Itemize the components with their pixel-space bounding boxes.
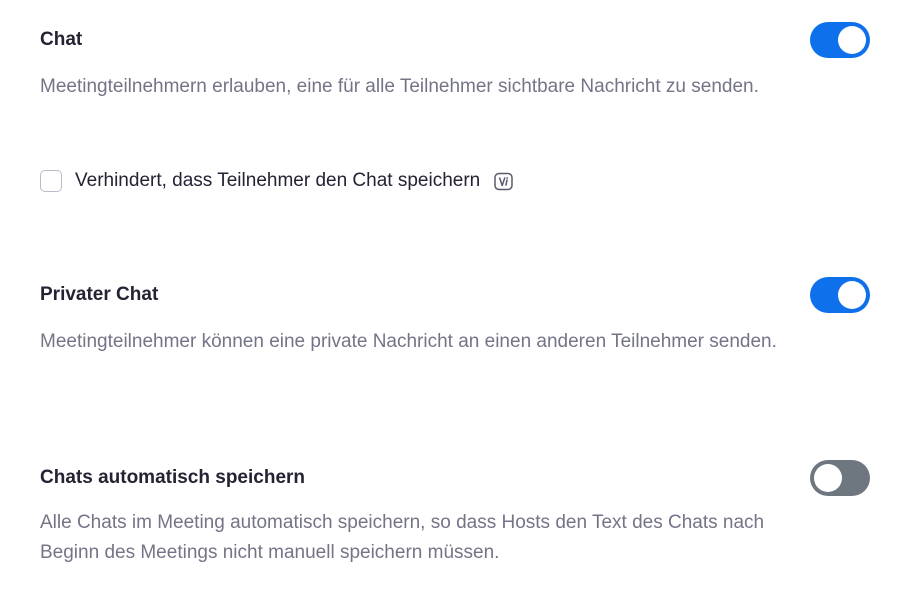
toggle-knob bbox=[838, 281, 866, 309]
prevent-save-chat-option: Verhindert, dass Teilnehmer den Chat spe… bbox=[40, 169, 513, 193]
settings-page: Chat Meetingteilnehmern erlauben, eine f… bbox=[0, 0, 910, 595]
prevent-save-chat-label[interactable]: Verhindert, dass Teilnehmer den Chat spe… bbox=[75, 169, 480, 193]
version-icon[interactable] bbox=[494, 172, 513, 191]
setting-description: Meetingteilnehmern erlauben, eine für al… bbox=[40, 76, 759, 97]
setting-title: Chats automatisch speichern bbox=[40, 467, 306, 488]
setting-description: Meetingteilnehmer können eine private Na… bbox=[40, 331, 777, 352]
setting-description: Alle Chats im Meeting automatisch speich… bbox=[40, 512, 765, 563]
private-chat-toggle[interactable] bbox=[810, 277, 870, 313]
prevent-save-chat-checkbox[interactable] bbox=[40, 170, 62, 192]
chat-toggle[interactable] bbox=[810, 22, 870, 58]
toggle-knob bbox=[838, 26, 866, 54]
auto-save-chats-toggle[interactable] bbox=[810, 460, 870, 496]
setting-chat: Chat Meetingteilnehmern erlauben, eine f… bbox=[40, 22, 870, 198]
setting-auto-save-chats: Chats automatisch speichern Alle Chats i… bbox=[40, 460, 870, 576]
toggle-knob bbox=[814, 464, 842, 492]
setting-private-chat: Privater Chat Meetingteilnehmer können e… bbox=[40, 277, 870, 393]
setting-title: Privater Chat bbox=[40, 284, 159, 305]
setting-title: Chat bbox=[40, 29, 83, 50]
